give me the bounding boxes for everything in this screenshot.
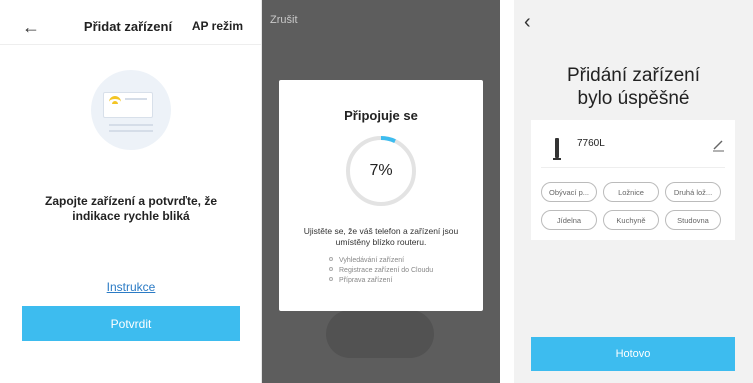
- done-button[interactable]: Hotovo: [531, 337, 735, 371]
- device-name: 7760L: [577, 138, 605, 149]
- success-title-line1: Přidání zařízení: [566, 65, 701, 86]
- step-label: Příprava zařízení: [339, 277, 393, 284]
- instruction-message: Zapojte zařízení a potvrďte, že indikace…: [45, 194, 217, 223]
- device-card-illustration: [103, 92, 153, 118]
- add-device-screen: ← Přidat zařízení AP režim Zapojte zaříz…: [0, 0, 262, 383]
- device-illustration: [91, 70, 171, 150]
- room-chip[interactable]: Obývací p...: [541, 182, 597, 202]
- proximity-tip: Ujistěte se, že váš telefon a zařízení j…: [303, 226, 459, 247]
- room-chip[interactable]: Studovna: [665, 210, 721, 230]
- step-item: Registrace zařízení do Cloudu: [329, 266, 433, 276]
- wifi-indicator-dot: [112, 101, 118, 104]
- pencil-icon[interactable]: [711, 138, 725, 152]
- room-chip[interactable]: Ložnice: [603, 182, 659, 202]
- page-title: Přidat zařízení: [83, 19, 173, 34]
- header-divider: [0, 44, 261, 45]
- background-button-shape: [326, 310, 434, 358]
- connection-steps: Vyhledávání zařízení Registrace zařízení…: [329, 256, 433, 286]
- progress-percent: 7%: [369, 162, 393, 179]
- device-added-screen: ‹ Přidání zařízení bylo úspěšné 7760L Ob…: [514, 0, 753, 383]
- step-item: Vyhledávání zařízení: [329, 256, 433, 266]
- instructions-link[interactable]: Instrukce: [0, 280, 262, 294]
- card-divider: [541, 167, 725, 168]
- circle-bullet-icon: [329, 277, 333, 281]
- cancel-button[interactable]: Zrušit: [270, 14, 298, 26]
- ap-mode-button[interactable]: AP režim: [192, 19, 243, 33]
- back-chevron-icon[interactable]: ‹: [524, 12, 531, 32]
- connecting-screen: Zrušit Připojuje se 7% Ujistěte se, že v…: [262, 0, 500, 383]
- circle-bullet-icon: [329, 257, 333, 261]
- dialog-title: Připojuje se: [344, 108, 418, 123]
- step-label: Registrace zařízení do Cloudu: [339, 267, 434, 274]
- floor-lamp-icon: [553, 138, 561, 160]
- room-chip[interactable]: Kuchyně: [603, 210, 659, 230]
- success-title-line2: bylo úspěšné: [577, 88, 690, 109]
- connecting-dialog: Připojuje se 7% Ujistěte se, že váš tele…: [279, 80, 483, 311]
- room-chip[interactable]: Druhá lož...: [665, 182, 721, 202]
- success-title: Přidání zařízení bylo úspěšné: [514, 64, 753, 110]
- confirm-button[interactable]: Potvrdit: [22, 306, 240, 341]
- device-card: 7760L Obývací p... Ložnice Druhá lož... …: [531, 120, 735, 240]
- room-chip[interactable]: Jídelna: [541, 210, 597, 230]
- step-label: Vyhledávání zařízení: [339, 257, 405, 264]
- illustration-line: [125, 98, 147, 100]
- circle-bullet-icon: [329, 267, 333, 271]
- step-item: Příprava zařízení: [329, 276, 433, 286]
- back-arrow-icon[interactable]: ←: [22, 17, 40, 37]
- illustration-line: [109, 124, 153, 126]
- illustration-line: [109, 130, 153, 132]
